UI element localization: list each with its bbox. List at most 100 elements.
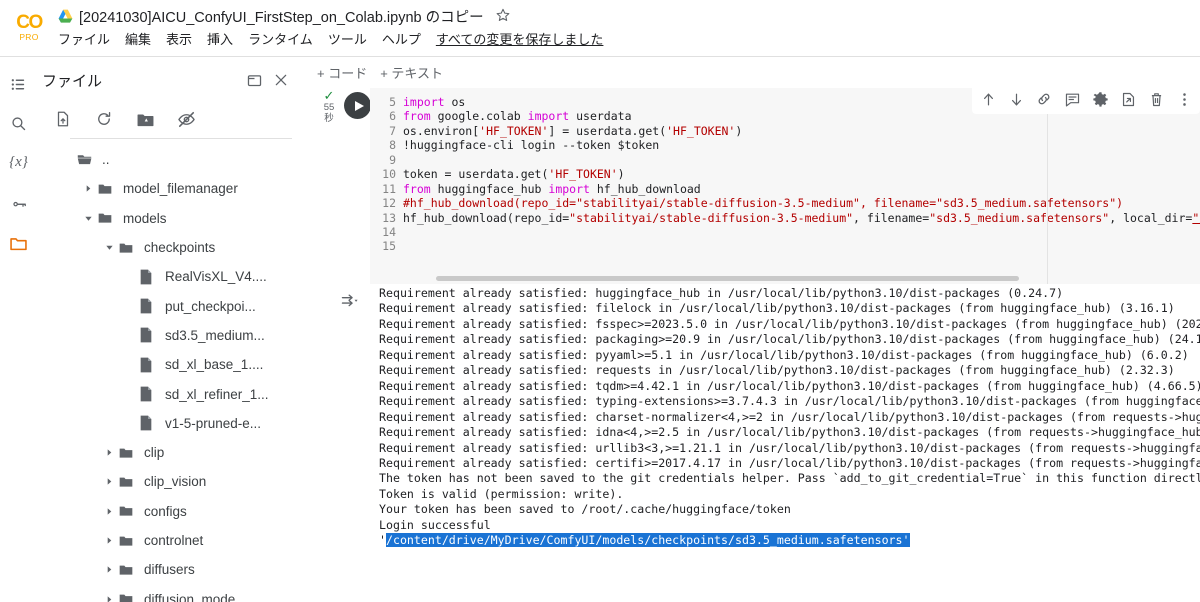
save-status-link[interactable]: すべての変更を保存しました <box>436 29 604 48</box>
file-tree-folder-row[interactable]: diffusion_mode... <box>37 584 292 602</box>
output-line: Requirement already satisfied: requests … <box>379 363 1175 378</box>
notebook-title[interactable]: [20241030]AICU_ConfyUI_FirstStep_on_Cola… <box>79 6 484 27</box>
code-token: os <box>444 95 466 109</box>
file-tree-label: sd_xl_base_1.... <box>165 357 264 373</box>
chevron-right-icon[interactable] <box>101 536 118 545</box>
chevron-right-icon[interactable] <box>101 507 118 516</box>
menu-insert[interactable]: 挿入 <box>207 29 233 48</box>
colab-logo: CO PRO <box>8 5 50 49</box>
cell-comment-button[interactable] <box>1058 85 1086 113</box>
menu-tools[interactable]: ツール <box>328 29 367 48</box>
code-line[interactable]: 8 !huggingface-cli login --token $token <box>370 138 1200 152</box>
output-line: Requirement already satisfied: packaging… <box>379 332 1200 347</box>
menu-help[interactable]: ヘルプ <box>382 29 421 48</box>
hide-hidden-files-icon[interactable] <box>172 105 200 133</box>
code-line[interactable]: 9 <box>370 153 1200 167</box>
menu-view[interactable]: 表示 <box>166 29 192 48</box>
file-tree-file-row[interactable]: sd_xl_base_1.... <box>37 350 292 379</box>
file-tree-label: clip <box>144 445 165 461</box>
editor-horizontal-scrollbar[interactable] <box>436 276 1019 281</box>
code-line[interactable]: 15 <box>370 239 1200 253</box>
chevron-right-icon[interactable] <box>101 565 118 574</box>
key-icon[interactable] <box>3 188 34 219</box>
line-number: 12 <box>382 196 396 211</box>
file-tree-folder-row[interactable]: models <box>37 204 292 233</box>
cell-move-up-button[interactable] <box>974 85 1002 113</box>
files-panel-header: ファイル <box>37 65 304 95</box>
refresh-icon[interactable] <box>90 105 118 133</box>
file-tree-label: configs <box>144 503 187 519</box>
cell-delete-button[interactable] <box>1142 85 1170 113</box>
code-line[interactable]: 10 token = userdata.get('HF_TOKEN') <box>370 167 1200 181</box>
menu-file[interactable]: ファイル <box>58 29 110 48</box>
line-number: 14 <box>382 224 396 239</box>
code-token: google.colab <box>430 109 528 124</box>
cell-move-down-button[interactable] <box>1002 85 1030 113</box>
code-line[interactable]: 11 from huggingface_hub import hf_hub_dow… <box>370 182 1200 196</box>
cell-settings-button[interactable] <box>1086 85 1114 113</box>
file-tree-folder-row[interactable]: diffusers <box>37 555 292 584</box>
upload-file-icon[interactable] <box>49 105 77 133</box>
star-outline-icon[interactable] <box>495 7 511 26</box>
file-tree-folder-row[interactable]: clip <box>37 438 292 467</box>
file-tree-folder-row[interactable]: configs <box>37 497 292 526</box>
code-editor[interactable]: 5 import os 6 from google.colab import user… <box>370 88 1200 284</box>
table-of-contents-icon[interactable] <box>3 69 34 100</box>
file-tree-label: diffusion_mode... <box>144 591 247 602</box>
file-tree-file-row[interactable]: sd_xl_refiner_1... <box>37 379 292 408</box>
code-line[interactable]: 13 hf_hub_download(repo_id="stabilityai/s… <box>370 211 1200 225</box>
chevron-right-icon[interactable] <box>101 448 118 457</box>
code-token: !huggingface-cli login --token $token <box>403 138 660 153</box>
file-tree-folder-row[interactable]: .. <box>37 145 292 174</box>
quote-open: ' <box>379 533 386 548</box>
add-code-cell-button[interactable]: + コード <box>317 63 367 82</box>
cell-copy-to-drive-button[interactable] <box>1114 85 1142 113</box>
cell-more-button[interactable] <box>1170 85 1198 113</box>
code-lines[interactable]: 5 import os 6 from google.colab import user… <box>370 95 1200 254</box>
cell-link-button[interactable] <box>1030 85 1058 113</box>
chevron-down-icon[interactable] <box>80 214 97 223</box>
search-icon[interactable] <box>3 108 34 139</box>
folder-icon <box>97 210 119 226</box>
file-tree-file-row[interactable]: v1-5-pruned-e... <box>37 409 292 438</box>
folder-icon[interactable] <box>3 228 34 259</box>
add-text-cell-button[interactable]: + テキスト <box>380 63 443 82</box>
file-tree-file-row[interactable]: RealVisXL_V4.... <box>37 262 292 291</box>
mount-drive-icon[interactable] <box>131 105 159 133</box>
file-tree-file-row[interactable]: sd3.5_medium... <box>37 321 292 350</box>
code-token: 'HF_TOKEN' <box>548 167 618 182</box>
file-tree-file-row[interactable]: put_checkpoi... <box>37 291 292 320</box>
output-options-icon[interactable] <box>339 290 361 312</box>
output-line: Your token has been saved to /root/.cach… <box>379 502 791 517</box>
close-icon[interactable] <box>270 69 292 91</box>
file-tree-folder-row[interactable]: controlnet <box>37 526 292 555</box>
open-in-new-icon[interactable] <box>243 69 265 91</box>
code-line[interactable]: 14 <box>370 225 1200 239</box>
menu-edit[interactable]: 編集 <box>125 29 151 48</box>
output-line: Requirement already satisfied: tqdm>=4.4… <box>379 378 1200 393</box>
code-token: huggingface_hub <box>430 181 549 196</box>
file-tree-folder-row[interactable]: model_filemanager <box>37 174 292 203</box>
menu-runtime[interactable]: ランタイム <box>248 29 313 48</box>
file-tree-folder-row[interactable]: clip_vision <box>37 467 292 496</box>
output-line: Requirement already satisfied: charset-n… <box>379 409 1200 424</box>
run-cell-button[interactable] <box>344 92 371 119</box>
chevron-right-icon[interactable] <box>80 184 97 193</box>
output-line: Requirement already satisfied: urllib3<3… <box>379 440 1200 455</box>
output-line: Requirement already satisfied: typing-ex… <box>379 394 1200 409</box>
variables-icon[interactable]: {x} <box>3 147 34 178</box>
file-tree-folder-row[interactable]: checkpoints <box>37 233 292 262</box>
chevron-right-icon[interactable] <box>101 477 118 486</box>
output-line: Requirement already satisfied: pyyaml>=5… <box>379 347 1189 362</box>
chevron-down-icon[interactable] <box>101 243 118 252</box>
file-tree-label: model_filemanager <box>123 181 238 197</box>
code-token: userdata <box>569 109 632 124</box>
files-panel-title: ファイル <box>42 72 103 90</box>
code-token: , local_dir= <box>1109 210 1193 225</box>
chevron-right-icon[interactable] <box>101 595 118 602</box>
selected-path-text[interactable]: /content/drive/MyDrive/ComfyUI/models/ch… <box>385 533 910 548</box>
code-line[interactable]: 12 #hf_hub_download(repo_id="stabilityai/… <box>370 196 1200 210</box>
file-tree-label: controlnet <box>144 533 204 548</box>
output-line: Requirement already satisfied: certifi>=… <box>379 455 1200 470</box>
code-line[interactable]: 7 os.environ['HF_TOKEN'] = userdata.get('… <box>370 124 1200 138</box>
